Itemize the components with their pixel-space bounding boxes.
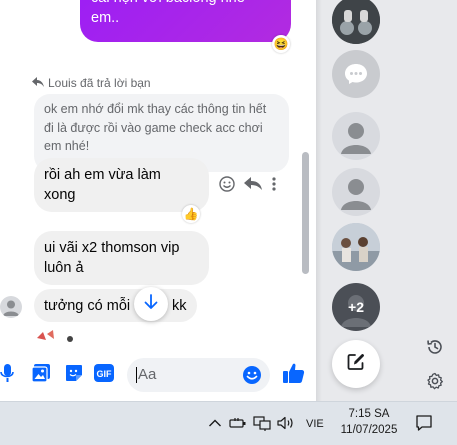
message-actions bbox=[219, 176, 277, 192]
contact-group[interactable]: +2 bbox=[332, 283, 380, 331]
quoted-line-2: đi là được rồi vào game check acc chơi bbox=[44, 120, 263, 135]
message-1-line-2: xong bbox=[44, 187, 76, 203]
settings-gear-icon[interactable] bbox=[425, 371, 445, 391]
sticker-preview bbox=[37, 328, 77, 342]
contact-default-2[interactable] bbox=[332, 168, 380, 216]
gif-icon[interactable]: GIF bbox=[93, 362, 115, 384]
more-options-icon[interactable] bbox=[271, 176, 277, 192]
network-icon[interactable] bbox=[253, 414, 271, 432]
volume-icon[interactable] bbox=[277, 414, 295, 432]
sender-avatar[interactable] bbox=[0, 296, 22, 318]
compose-icon bbox=[346, 352, 366, 377]
incoming-message-1[interactable]: rồi ah em vừa làm xong bbox=[34, 158, 209, 212]
chevron-up-icon[interactable] bbox=[206, 414, 224, 432]
message-3-text-left: tưởng có mỗi bbox=[44, 298, 131, 314]
emoji-icon[interactable] bbox=[241, 364, 263, 386]
contact-photo-2[interactable] bbox=[332, 223, 380, 271]
reply-note-text: Louis đã trả lời bạn bbox=[48, 76, 151, 90]
incoming-message-2[interactable]: ui vãi x2 thomson vip luôn ả bbox=[34, 231, 209, 285]
contact-default-1[interactable] bbox=[332, 112, 380, 160]
system-clock[interactable]: 7:15 SA 11/07/2025 bbox=[338, 406, 400, 438]
reply-arrow-icon bbox=[32, 76, 44, 90]
svg-text:GIF: GIF bbox=[97, 369, 113, 379]
chat-scrollbar-thumb[interactable] bbox=[302, 152, 309, 274]
own-message-bubble[interactable]: cài hẹn với baclong nhé em.. bbox=[80, 0, 291, 42]
message-1-line-1: rồi ah em vừa làm bbox=[44, 167, 161, 183]
sidebar-shadow bbox=[316, 0, 322, 401]
chat-panel: cài hẹn với baclong nhé em.. 😆 Louis đã … bbox=[0, 0, 316, 401]
own-message-line-1: cài hẹn với baclong nhé bbox=[91, 0, 245, 8]
reply-indicator: Louis đã trả lời bạn bbox=[32, 76, 151, 90]
input-language-indicator[interactable]: VIE bbox=[306, 418, 324, 430]
message-input-placeholder: Aa bbox=[138, 366, 157, 383]
message-2-line-1: ui vãi x2 thomson vip bbox=[44, 240, 180, 256]
reply-icon[interactable] bbox=[244, 177, 262, 191]
own-message-line-2: em.. bbox=[91, 10, 120, 26]
arrow-down-icon bbox=[144, 293, 158, 315]
sticker-icon[interactable] bbox=[63, 362, 85, 384]
incoming-message-3[interactable]: tưởng có mỗi kk bbox=[34, 289, 197, 322]
contact-chat-placeholder[interactable] bbox=[332, 50, 380, 98]
message-2-line-2: luôn ả bbox=[44, 260, 84, 276]
notification-center-icon[interactable] bbox=[414, 413, 434, 433]
group-more-count: +2 bbox=[348, 299, 364, 315]
reaction-laugh-icon[interactable]: 😆 bbox=[272, 35, 290, 53]
scroll-to-bottom-button[interactable] bbox=[134, 287, 168, 321]
history-icon[interactable] bbox=[425, 337, 445, 357]
like-send-icon[interactable] bbox=[282, 361, 306, 385]
clock-time: 7:15 SA bbox=[348, 408, 390, 420]
battery-plug-icon[interactable] bbox=[229, 414, 247, 432]
react-smiley-icon[interactable] bbox=[219, 176, 235, 192]
quoted-line-3: em nhé! bbox=[44, 139, 90, 153]
microphone-icon[interactable] bbox=[0, 362, 18, 384]
quoted-line-1: ok em nhớ đổi mk thay các thông tin hết bbox=[44, 102, 267, 116]
text-caret bbox=[136, 367, 137, 383]
photo-gallery-icon[interactable] bbox=[30, 362, 52, 384]
reaction-like-icon[interactable]: 👍 bbox=[182, 205, 200, 223]
message-3-text-right: kk bbox=[172, 298, 187, 314]
clock-date: 11/07/2025 bbox=[340, 424, 398, 436]
new-message-button[interactable] bbox=[332, 340, 380, 388]
